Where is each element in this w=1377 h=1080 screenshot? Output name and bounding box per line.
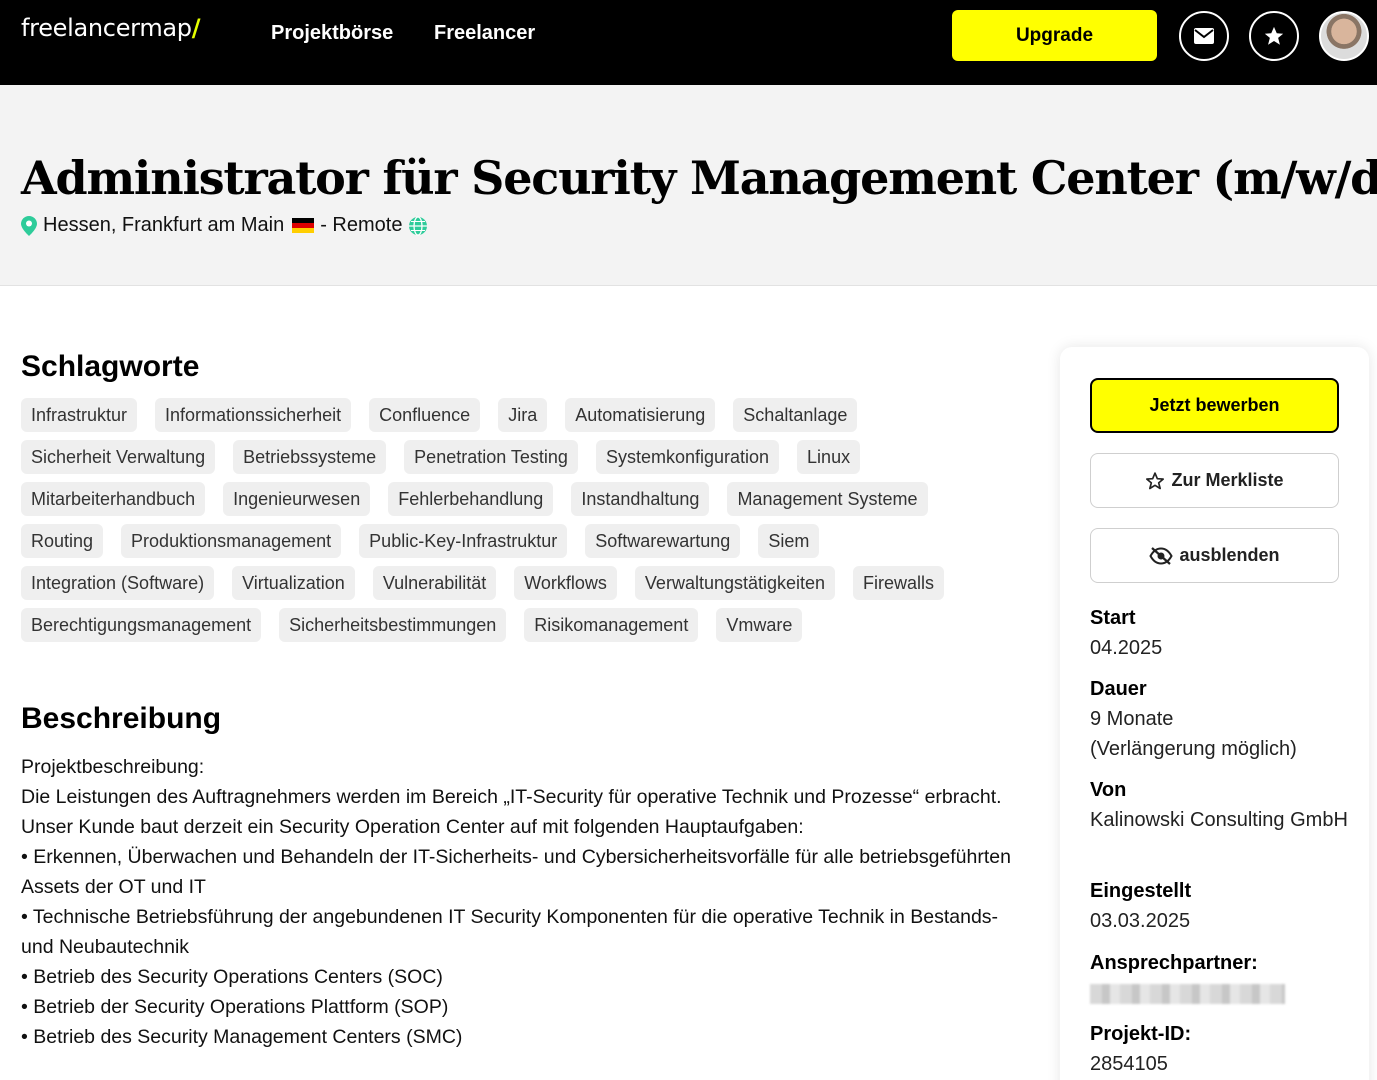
logo-slash: / (191, 14, 201, 42)
messages-button[interactable] (1179, 11, 1229, 61)
keyword-tag[interactable]: Linux (797, 440, 861, 474)
project-id-label: Projekt-ID: (1090, 1023, 1192, 1045)
contact-label: Ansprechpartner: (1090, 952, 1258, 974)
watchlist-label: Zur Merkliste (1171, 470, 1284, 490)
keyword-tag[interactable]: Produktionsmanagement (121, 524, 342, 558)
logo-text: freelancermap (21, 14, 192, 42)
germany-flag-icon (292, 218, 315, 233)
user-avatar[interactable] (1319, 11, 1369, 61)
nav-projektboerse[interactable]: Projektbörse (271, 22, 393, 45)
from-info: Von Kalinowski Consulting GmbH (1090, 775, 1350, 835)
posted-value: 03.03.2025 (1090, 910, 1191, 932)
description-line: • Betrieb der Security Operations Plattf… (21, 996, 449, 1018)
contact-info: Ansprechpartner: (1090, 948, 1350, 1004)
keyword-tag[interactable]: Infrastruktur (21, 398, 138, 432)
upgrade-button[interactable]: Upgrade (952, 10, 1157, 61)
keyword-tag[interactable]: Mitarbeiterhandbuch (21, 482, 206, 516)
envelope-icon (1194, 28, 1214, 44)
remote-text: - Remote (320, 214, 403, 236)
eye-slash-icon (1149, 546, 1174, 565)
keyword-tag[interactable]: Berechtigungsmanagement (21, 608, 262, 642)
keyword-tag[interactable]: Softwarewartung (585, 524, 741, 558)
keyword-tag[interactable]: Confluence (369, 398, 481, 432)
description-line: • Betrieb des Security Operations Center… (21, 966, 443, 988)
description-line: • Erkennen, Überwachen und Behandeln der… (21, 846, 1011, 898)
project-id-info: Projekt-ID: 2854105 (1090, 1019, 1350, 1079)
duration-value: 9 Monate (1090, 708, 1174, 730)
project-description: Projektbeschreibung: Die Leistungen des A… (21, 752, 1031, 1052)
description-line: • Betrieb des Security Management Center… (21, 1026, 463, 1048)
keyword-tag[interactable]: Jira (498, 398, 548, 432)
project-location: Hessen, Frankfurt am Main - Remote (21, 214, 428, 237)
nav-freelancer[interactable]: Freelancer (434, 22, 535, 45)
keyword-tag[interactable]: Routing (21, 524, 104, 558)
keyword-tag[interactable]: Vulnerabilität (372, 566, 497, 600)
keyword-tag[interactable]: Firewalls (853, 566, 945, 600)
keyword-tag[interactable]: Fehlerbehandlung (388, 482, 554, 516)
favorites-button[interactable] (1249, 11, 1299, 61)
page-title: Administrator für Security Management Ce… (21, 151, 1377, 205)
keyword-tag[interactable]: Siem (758, 524, 820, 558)
posted-label: Eingestellt (1090, 880, 1192, 902)
posted-info: Eingestellt 03.03.2025 (1090, 876, 1350, 936)
keyword-tag[interactable]: Ingenieurwesen (223, 482, 371, 516)
keyword-tag[interactable]: Automatisierung (565, 398, 716, 432)
duration-label: Dauer (1090, 678, 1147, 700)
map-pin-icon (21, 215, 37, 236)
keyword-tag[interactable]: Instandhaltung (571, 482, 710, 516)
top-navigation: freelancermap/ Projektbörse Freelancer U… (0, 0, 1377, 85)
from-value: Kalinowski Consulting GmbH (1090, 809, 1348, 831)
star-icon (1264, 26, 1284, 45)
keyword-tag[interactable]: Sicherheit Verwaltung (21, 440, 216, 474)
keyword-tags: Infrastruktur Informationssicherheit Confl… (21, 398, 1021, 642)
keyword-tag[interactable]: Workflows (514, 566, 617, 600)
keyword-tag[interactable]: Virtualization (232, 566, 355, 600)
description-line: Projektbeschreibung: (21, 756, 205, 778)
freelancermap-logo[interactable]: freelancermap/ (21, 14, 201, 42)
start-value: 04.2025 (1090, 637, 1163, 659)
keyword-tag[interactable]: Schaltanlage (733, 398, 858, 432)
keyword-tag[interactable]: Penetration Testing (404, 440, 578, 474)
hide-project-button[interactable]: ausblenden (1090, 528, 1339, 583)
keyword-tag[interactable]: Integration (Software) (21, 566, 215, 600)
keyword-tag[interactable]: Sicherheitsbestimmungen (279, 608, 507, 642)
keyword-tag[interactable]: Risikomanagement (524, 608, 699, 642)
description-heading: Beschreibung (21, 702, 222, 735)
keyword-tag[interactable]: Informationssicherheit (155, 398, 352, 432)
start-info: Start 04.2025 (1090, 603, 1350, 663)
globe-icon (409, 215, 428, 236)
apply-button[interactable]: Jetzt bewerben (1090, 378, 1339, 433)
project-header: Administrator für Security Management Ce… (0, 85, 1377, 286)
watchlist-button[interactable]: Zur Merkliste (1090, 453, 1339, 508)
location-text: Hessen, Frankfurt am Main (43, 214, 285, 236)
start-label: Start (1090, 607, 1136, 629)
keyword-tag[interactable]: Management Systeme (727, 482, 928, 516)
star-outline-icon (1146, 471, 1165, 489)
duration-info: Dauer 9 Monate (Verlängerung möglich) (1090, 674, 1350, 764)
project-id-value: 2854105 (1090, 1053, 1168, 1075)
keyword-tag[interactable]: Public-Key-Infrastruktur (359, 524, 568, 558)
keywords-heading: Schlagworte (21, 350, 200, 383)
hide-label: ausblenden (1179, 545, 1280, 565)
description-line: Unser Kunde baut derzeit ein Security Op… (21, 816, 804, 838)
from-label: Von (1090, 779, 1127, 801)
keyword-tag[interactable]: Verwaltungstätigkeiten (634, 566, 836, 600)
contact-name-redacted (1090, 984, 1285, 1004)
keyword-tag[interactable]: Vmware (716, 608, 803, 642)
keyword-tag[interactable]: Betriebssysteme (233, 440, 387, 474)
description-line: Die Leistungen des Auftragnehmers werden… (21, 786, 1002, 808)
duration-note: (Verlängerung möglich) (1090, 738, 1297, 760)
keyword-tag[interactable]: Systemkonfiguration (595, 440, 780, 474)
project-sidebar: Jetzt bewerben Zur Merkliste ausblenden … (1060, 347, 1369, 1080)
description-line: • Technische Betriebsführung der angebun… (21, 906, 999, 958)
